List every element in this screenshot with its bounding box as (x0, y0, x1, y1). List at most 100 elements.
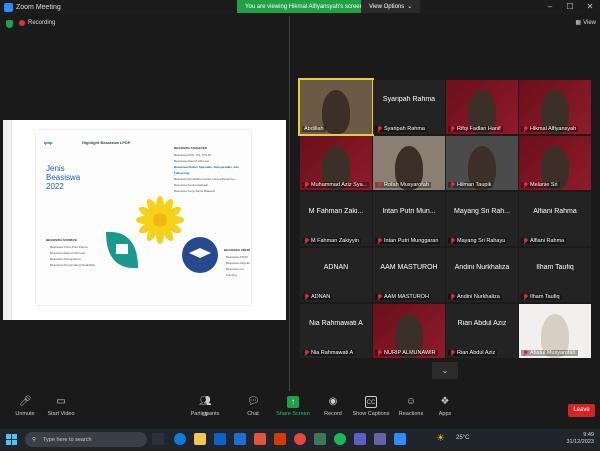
smiley-icon: ☺ (405, 396, 417, 407)
chrome-icon[interactable] (294, 433, 306, 445)
participant-label: Syaripah Rahma (375, 126, 427, 132)
app-icon[interactable] (354, 433, 366, 445)
zoom-logo-icon (4, 2, 13, 12)
app-icon[interactable] (314, 433, 326, 445)
participant-display-name: ADNAN (323, 264, 349, 271)
dropbox-icon[interactable] (214, 433, 226, 445)
spotify-icon[interactable] (334, 433, 346, 445)
next-page-button[interactable]: ⌄ (432, 362, 458, 379)
participant-label: Intan Putri Munggaran (375, 238, 441, 244)
participant-tile[interactable]: Nia Rahmawati A Nia Rahmawati A (300, 304, 372, 358)
file-explorer-icon[interactable] (194, 433, 206, 445)
app-icon[interactable] (374, 433, 386, 445)
taskbar-search-input[interactable]: ⚲ Type here to search (25, 432, 147, 447)
participant-label: Nia Rahmawati A (302, 350, 356, 356)
participant-tile[interactable]: Rifqi Fadlan Hanif (446, 80, 518, 134)
zoom-taskbar-icon[interactable] (394, 433, 406, 445)
weather-icon[interactable]: ☀ (436, 433, 448, 445)
app-icon[interactable] (254, 433, 266, 445)
participant-tile[interactable]: Rian Abdul Aziz Rian Abdul Aziz (446, 304, 518, 358)
slide-header: Highlight Beasiswa LPDP (82, 140, 131, 145)
mic-muted-icon (377, 350, 382, 356)
participant-label: Muhammad Aziz Sya... (302, 182, 370, 188)
participant-tile[interactable]: Mayang Sri Rah... Mayang Sri Rahayu (446, 192, 518, 246)
apps-label: Apps (438, 411, 452, 417)
participant-tile[interactable]: Alfiani Rahma Alfiani Rahma (519, 192, 591, 246)
participants-button[interactable]: 👥︎59 Participants (180, 396, 230, 418)
participant-name: Hikmal Alfiyansyah (530, 126, 577, 132)
mic-muted-icon (523, 238, 528, 244)
participant-name: M Fahman Zakiyyin (311, 238, 359, 244)
recording-indicator[interactable]: Recording (19, 20, 55, 26)
search-icon: ⚲ (32, 436, 37, 443)
mic-muted-icon (304, 238, 309, 244)
chevron-down-icon: ⌄ (407, 4, 413, 10)
participant-tile[interactable]: Muhammad Aziz Sya... (300, 136, 372, 190)
view-button[interactable]: ▦ View (575, 19, 596, 27)
participant-display-name: AAM MASTUROH (380, 264, 438, 271)
participant-tile[interactable]: M Fahman Zaki... M Fahman Zakiyyin (300, 192, 372, 246)
leave-button[interactable]: Leave (568, 404, 595, 417)
grid-view-icon: ▦ (575, 20, 582, 26)
viewing-banner: You are viewing Hikmal Alfiyansyah's scr… (237, 0, 371, 13)
participant-tile[interactable]: Abdillah (298, 78, 374, 136)
participant-tile[interactable]: Hilman Taupik (446, 136, 518, 190)
participant-tile[interactable]: Afiatul Musyarofah (519, 304, 591, 358)
slide-title: Jenis Beasiswa 2022 (46, 164, 80, 191)
participant-name: Hilman Taupik (457, 182, 492, 188)
participant-display-name: Ilham Taufiq (536, 264, 574, 271)
word-icon[interactable] (234, 433, 246, 445)
mic-muted-icon (377, 294, 382, 300)
participant-label: ADNAN (302, 294, 333, 300)
share-screen-label: Share Screen (276, 411, 310, 417)
splitter-handle[interactable] (289, 16, 290, 391)
view-options-button[interactable]: View Options ⌄ (361, 0, 421, 13)
mic-muted-icon: 🎤︎ (19, 396, 32, 407)
windows-start-icon[interactable] (6, 433, 18, 445)
mic-muted-icon (450, 126, 455, 132)
participant-label: Hikmal Alfiyansyah (521, 126, 579, 132)
participant-name: Afiatul Musyarofah (530, 350, 576, 356)
apps-icon: ❖ (440, 396, 450, 407)
apps-button[interactable]: ❖ Apps (420, 396, 470, 417)
powerpoint-icon[interactable] (274, 433, 286, 445)
targeted-list: Beasiswa PNS, TNI, POLRI Beasiswa Daerah… (174, 152, 251, 194)
participant-tile[interactable]: Andini Nurkhaliza Andini Nurkhaliza (446, 248, 518, 302)
maximize-icon[interactable]: ☐ (560, 0, 580, 14)
recording-label: Recording (28, 20, 56, 26)
participant-tile[interactable]: Intan Putri Mun... Intan Putri Munggaran (373, 192, 445, 246)
participant-label: NURIP ALMUNAWIR (375, 350, 438, 356)
task-view-icon[interactable] (152, 433, 164, 445)
participant-tile[interactable]: Rofah Musyarofah (373, 136, 445, 190)
clock-date: 31/12/2023 (566, 439, 594, 445)
start-video-button[interactable]: ▭ Start Video (36, 396, 86, 417)
meeting-toolbar: 🎤︎ Unmute ▭ Start Video 👥︎59 Participant… (0, 393, 600, 427)
participant-name: Ilham Taufiq (530, 294, 560, 300)
participant-tile[interactable]: Syaripah Rahma Syaripah Rahma (373, 80, 445, 134)
participant-tile[interactable]: ADNAN ADNAN (300, 248, 372, 302)
participant-name: Intan Putri Munggaran (384, 238, 439, 244)
security-shield-icon[interactable] (6, 20, 13, 28)
participant-tile[interactable]: AAM MASTUROH AAM MASTUROH (373, 248, 445, 302)
participant-tile[interactable]: Melanie Sri (519, 136, 591, 190)
mic-muted-icon (450, 182, 455, 188)
participant-tile[interactable]: Ilham Taufiq Ilham Taufiq (519, 248, 591, 302)
book-leaf-graphic (106, 231, 138, 269)
view-label: View (583, 19, 596, 26)
participant-display-name: Alfiani Rahma (533, 208, 577, 215)
close-icon[interactable]: ✕ (580, 0, 600, 14)
minimize-icon[interactable]: – (540, 0, 560, 14)
participant-label: Mayang Sri Rahayu (448, 238, 508, 244)
system-clock[interactable]: 9:49 31/12/2023 (566, 432, 594, 446)
participant-label: Rifqi Fadlan Hanif (448, 126, 503, 132)
edge-icon[interactable] (174, 433, 186, 445)
graduation-circle-graphic (182, 237, 218, 273)
participant-tile[interactable]: Hikmal Alfiyansyah (519, 80, 591, 134)
mic-muted-icon (377, 238, 382, 244)
mic-muted-icon (304, 294, 309, 300)
participant-name: Andini Nurkhaliza (457, 294, 500, 300)
view-options-label: View Options (369, 3, 405, 10)
participant-tile[interactable]: NURIP ALMUNAWIR (373, 304, 445, 358)
participant-name: Muhammad Aziz Sya... (311, 182, 368, 188)
participant-name: NURIP ALMUNAWIR (384, 350, 436, 356)
